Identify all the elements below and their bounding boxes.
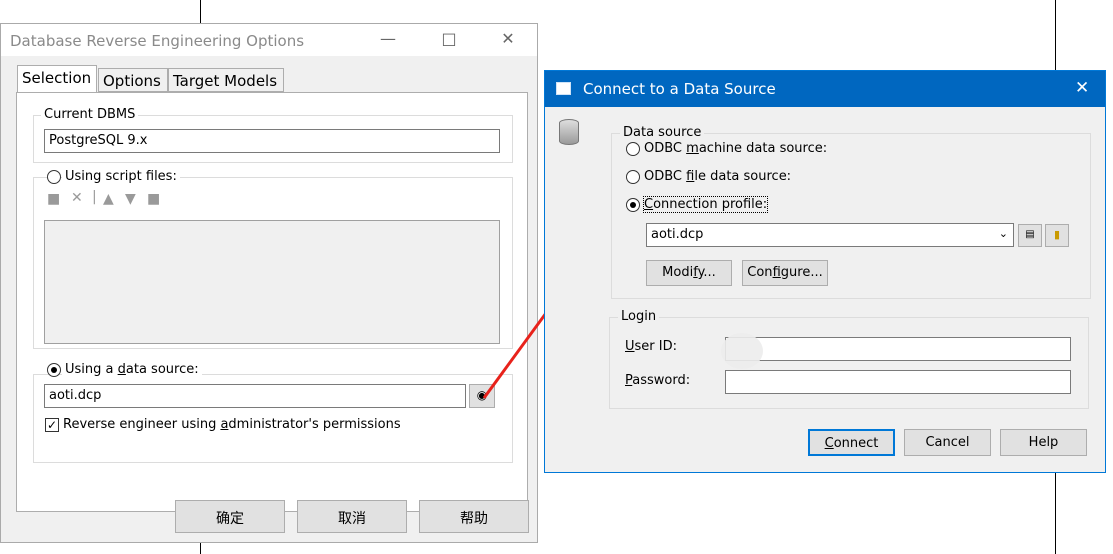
connection-profile-select[interactable]: aoti.dcp ⌄ [646, 223, 1014, 247]
connect-titlebar: Connect to a Data Source ✕ [545, 71, 1105, 107]
connect-close-icon[interactable]: ✕ [1075, 78, 1089, 98]
folder-icon: ▮ [1053, 228, 1061, 241]
login-group-title: Login [618, 309, 660, 324]
configure-button[interactable]: Configure... [742, 260, 828, 286]
connect-data-source-dialog: Connect to a Data Source ✕ Data source O… [544, 70, 1106, 473]
connect-button[interactable]: Connect [808, 429, 895, 456]
connection-profile-value: aoti.dcp [651, 227, 704, 242]
connect-dialog-title: Connect to a Data Source [583, 80, 776, 98]
password-input[interactable] [725, 370, 1071, 394]
password-label: Password: [625, 373, 691, 388]
window-app-icon [556, 82, 571, 95]
data-source-group-title: Data source [620, 125, 705, 140]
browse-profile-button[interactable]: ▮ [1045, 224, 1069, 247]
modify-button[interactable]: Modify... [646, 260, 732, 286]
connection-profile-radio[interactable] [626, 198, 640, 212]
user-id-label: User ID: [625, 339, 677, 354]
odbc-machine-label: ODBC machine data source: [644, 141, 828, 156]
connect-help-button[interactable]: Help [1000, 429, 1087, 456]
connect-cancel-button[interactable]: Cancel [904, 429, 991, 456]
new-profile-button[interactable]: ▤ [1018, 224, 1042, 247]
connection-profile-label: Connection profile: [642, 196, 769, 213]
odbc-file-radio[interactable] [626, 170, 640, 184]
document-icon: ▤ [1025, 229, 1035, 240]
user-id-input[interactable] [725, 337, 1071, 361]
redacted-avatar [721, 333, 763, 369]
odbc-machine-radio[interactable] [626, 142, 640, 156]
database-icon [559, 119, 579, 145]
chevron-down-icon: ⌄ [998, 227, 1008, 240]
login-group [609, 317, 1089, 409]
odbc-file-label: ODBC file data source: [644, 169, 792, 184]
